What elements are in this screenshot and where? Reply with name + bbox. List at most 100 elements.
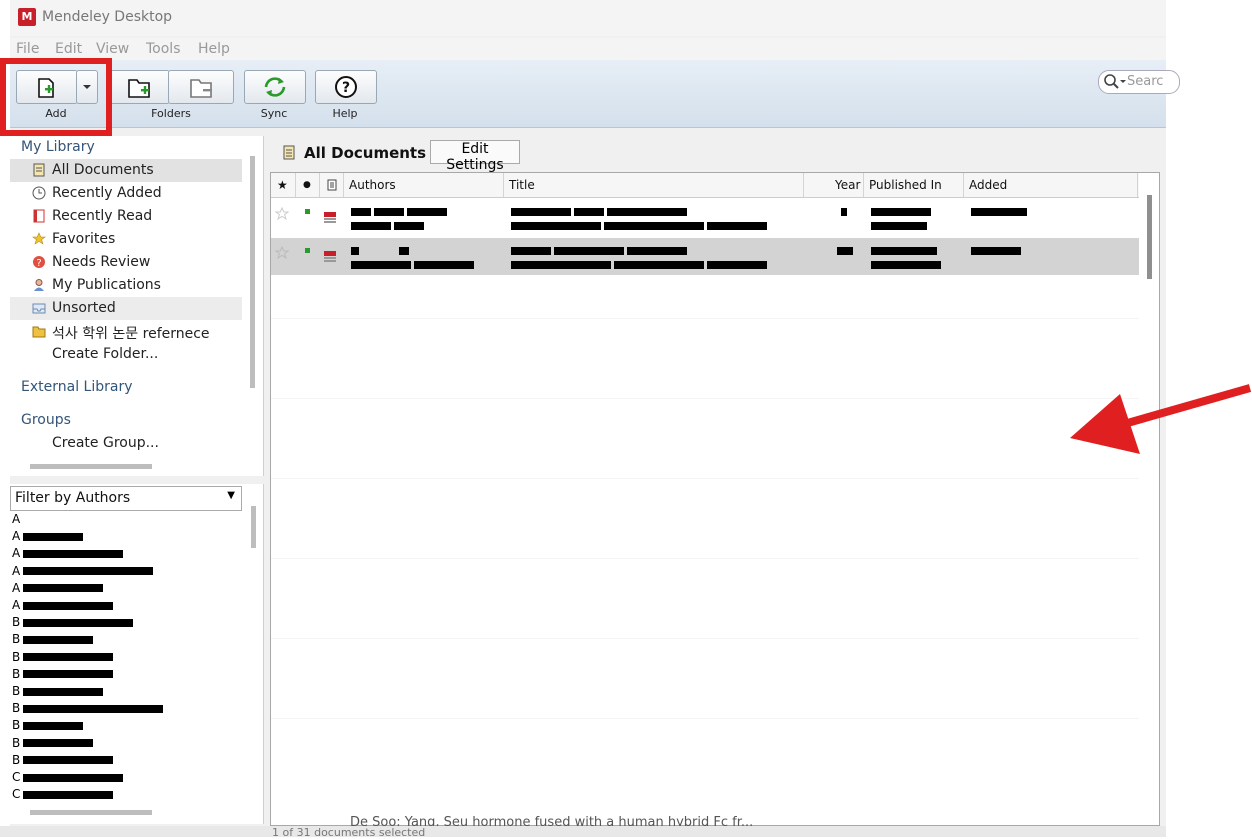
- mendeley-logo-icon: M: [18, 8, 36, 26]
- folders-label: Folders: [151, 107, 191, 120]
- column-separator: [803, 173, 804, 197]
- window-title: Mendeley Desktop: [42, 9, 173, 25]
- author-list-item[interactable]: B: [12, 735, 94, 752]
- column-title[interactable]: Title: [509, 178, 535, 192]
- column-separator: [295, 173, 296, 197]
- status-text: 1 of 31 documents selected: [272, 826, 426, 839]
- author-initial: A: [12, 529, 21, 544]
- author-name-redacted: [23, 532, 84, 541]
- filter-scrollbar[interactable]: [251, 506, 256, 548]
- sidebar-item-thesis-folder[interactable]: 석사 학위 논문 refernece: [10, 320, 242, 343]
- column-separator: [963, 173, 964, 197]
- table-row-selected[interactable]: [271, 238, 1139, 275]
- sidebar-scrollbar[interactable]: [250, 156, 255, 388]
- file-column-icon[interactable]: [327, 179, 337, 191]
- table-row[interactable]: [271, 199, 1139, 236]
- read-status-dot-icon[interactable]: [305, 209, 310, 214]
- author-list-item[interactable]: B: [12, 615, 134, 631]
- search-field[interactable]: Searc: [1098, 70, 1180, 94]
- add-folder-button[interactable]: [110, 70, 170, 104]
- menu-view[interactable]: View: [96, 41, 129, 57]
- author-list-item[interactable]: A: [12, 581, 104, 597]
- author-name-redacted: [23, 670, 114, 679]
- author-initial: C: [12, 770, 21, 784]
- groups-heading[interactable]: Groups: [21, 412, 71, 428]
- favorite-column-star-icon[interactable]: ★: [277, 178, 288, 192]
- documents-panel: All Documents Edit Settings ★ ● Authors …: [270, 136, 1166, 836]
- help-icon: ?: [335, 76, 357, 98]
- author-name-redacted: [23, 567, 154, 576]
- author-list-item[interactable]: C: [12, 787, 114, 803]
- menu-file[interactable]: File: [16, 41, 39, 57]
- folder-remove-icon: [190, 79, 212, 98]
- author-list-item[interactable]: C: [12, 770, 124, 786]
- sidebar-item-label: Needs Review: [52, 254, 151, 270]
- sidebar-item-recently-read[interactable]: Recently Read: [10, 205, 242, 228]
- sync-label: Sync: [260, 107, 288, 120]
- help-label: Help: [332, 107, 358, 120]
- author-list-item[interactable]: B: [12, 632, 94, 648]
- book-icon: [33, 209, 45, 223]
- page-title: All Documents: [304, 144, 427, 162]
- remove-folder-button[interactable]: [168, 70, 234, 104]
- create-folder-link[interactable]: Create Folder...: [10, 343, 242, 366]
- menu-tools[interactable]: Tools: [146, 41, 181, 57]
- filter-hscrollbar[interactable]: [30, 810, 152, 815]
- sidebar-item-unsorted[interactable]: Unsorted: [10, 297, 242, 320]
- sidebar-item-my-publications[interactable]: My Publications: [10, 274, 242, 297]
- help-button[interactable]: ?: [315, 70, 377, 104]
- read-column-dot-icon[interactable]: ●: [303, 180, 311, 190]
- sidebar-item-favorites[interactable]: Favorites: [10, 228, 242, 251]
- author-list-item[interactable]: A: [12, 564, 154, 580]
- star-outline-icon[interactable]: [275, 207, 289, 221]
- filter-by-select[interactable]: Filter by Authors ▼: [10, 486, 242, 511]
- create-group-link[interactable]: Create Group...: [10, 432, 242, 455]
- star-outline-icon[interactable]: [275, 246, 289, 260]
- author-list-item[interactable]: A: [12, 529, 84, 545]
- author-cell-redacted: [351, 243, 474, 271]
- sidebar-item-needs-review[interactable]: ? Needs Review: [10, 251, 242, 274]
- author-list-item[interactable]: B: [12, 684, 104, 700]
- author-list-item[interactable]: B: [12, 718, 84, 734]
- faded-row-divider: [271, 478, 1139, 479]
- edit-settings-button[interactable]: Edit Settings: [430, 140, 520, 173]
- author-list-item[interactable]: B: [12, 753, 114, 769]
- documents-table: ★ ● Authors Title Year Published In Adde…: [270, 172, 1160, 826]
- author-list-item[interactable]: B: [12, 701, 164, 717]
- read-status-dot-icon[interactable]: [305, 248, 310, 253]
- column-year[interactable]: Year: [835, 178, 860, 192]
- author-list-item[interactable]: A: [12, 598, 114, 614]
- sidebar-hscrollbar[interactable]: [30, 464, 152, 469]
- column-separator: [1137, 173, 1138, 197]
- author-list-item[interactable]: B: [12, 650, 114, 666]
- my-library-heading[interactable]: My Library: [21, 139, 95, 155]
- author-name-redacted: [23, 653, 114, 662]
- author-initial: B: [12, 735, 21, 750]
- menu-help[interactable]: Help: [198, 41, 230, 57]
- author-list-item[interactable]: B: [12, 667, 114, 683]
- chevron-down-icon: ▼: [227, 490, 235, 501]
- pdf-icon[interactable]: [323, 250, 337, 264]
- external-library-heading[interactable]: External Library: [21, 379, 133, 395]
- sync-button[interactable]: [244, 70, 306, 104]
- table-scrollbar[interactable]: [1147, 195, 1152, 279]
- status-bar: [0, 826, 1166, 837]
- author-name-redacted: [23, 601, 114, 610]
- author-name-redacted: [23, 721, 84, 730]
- added-cell-redacted: [971, 243, 1021, 257]
- pdf-icon[interactable]: [323, 211, 337, 225]
- sidebar-item-recently-added[interactable]: Recently Added: [10, 182, 242, 205]
- column-published-in[interactable]: Published In: [869, 178, 942, 192]
- added-cell-redacted: [971, 204, 1027, 218]
- sidebar-item-all-documents[interactable]: All Documents: [10, 159, 242, 182]
- author-name-redacted: [23, 618, 134, 627]
- author-list-item[interactable]: A: [12, 546, 124, 562]
- faded-row-divider: [271, 318, 1139, 319]
- author-list-item[interactable]: A: [12, 512, 20, 528]
- author-initial: C: [12, 787, 21, 802]
- menu-edit[interactable]: Edit: [55, 41, 82, 57]
- author-name-redacted: [23, 687, 104, 696]
- column-authors[interactable]: Authors: [349, 178, 396, 192]
- column-added[interactable]: Added: [969, 178, 1007, 192]
- svg-text:?: ?: [36, 258, 41, 269]
